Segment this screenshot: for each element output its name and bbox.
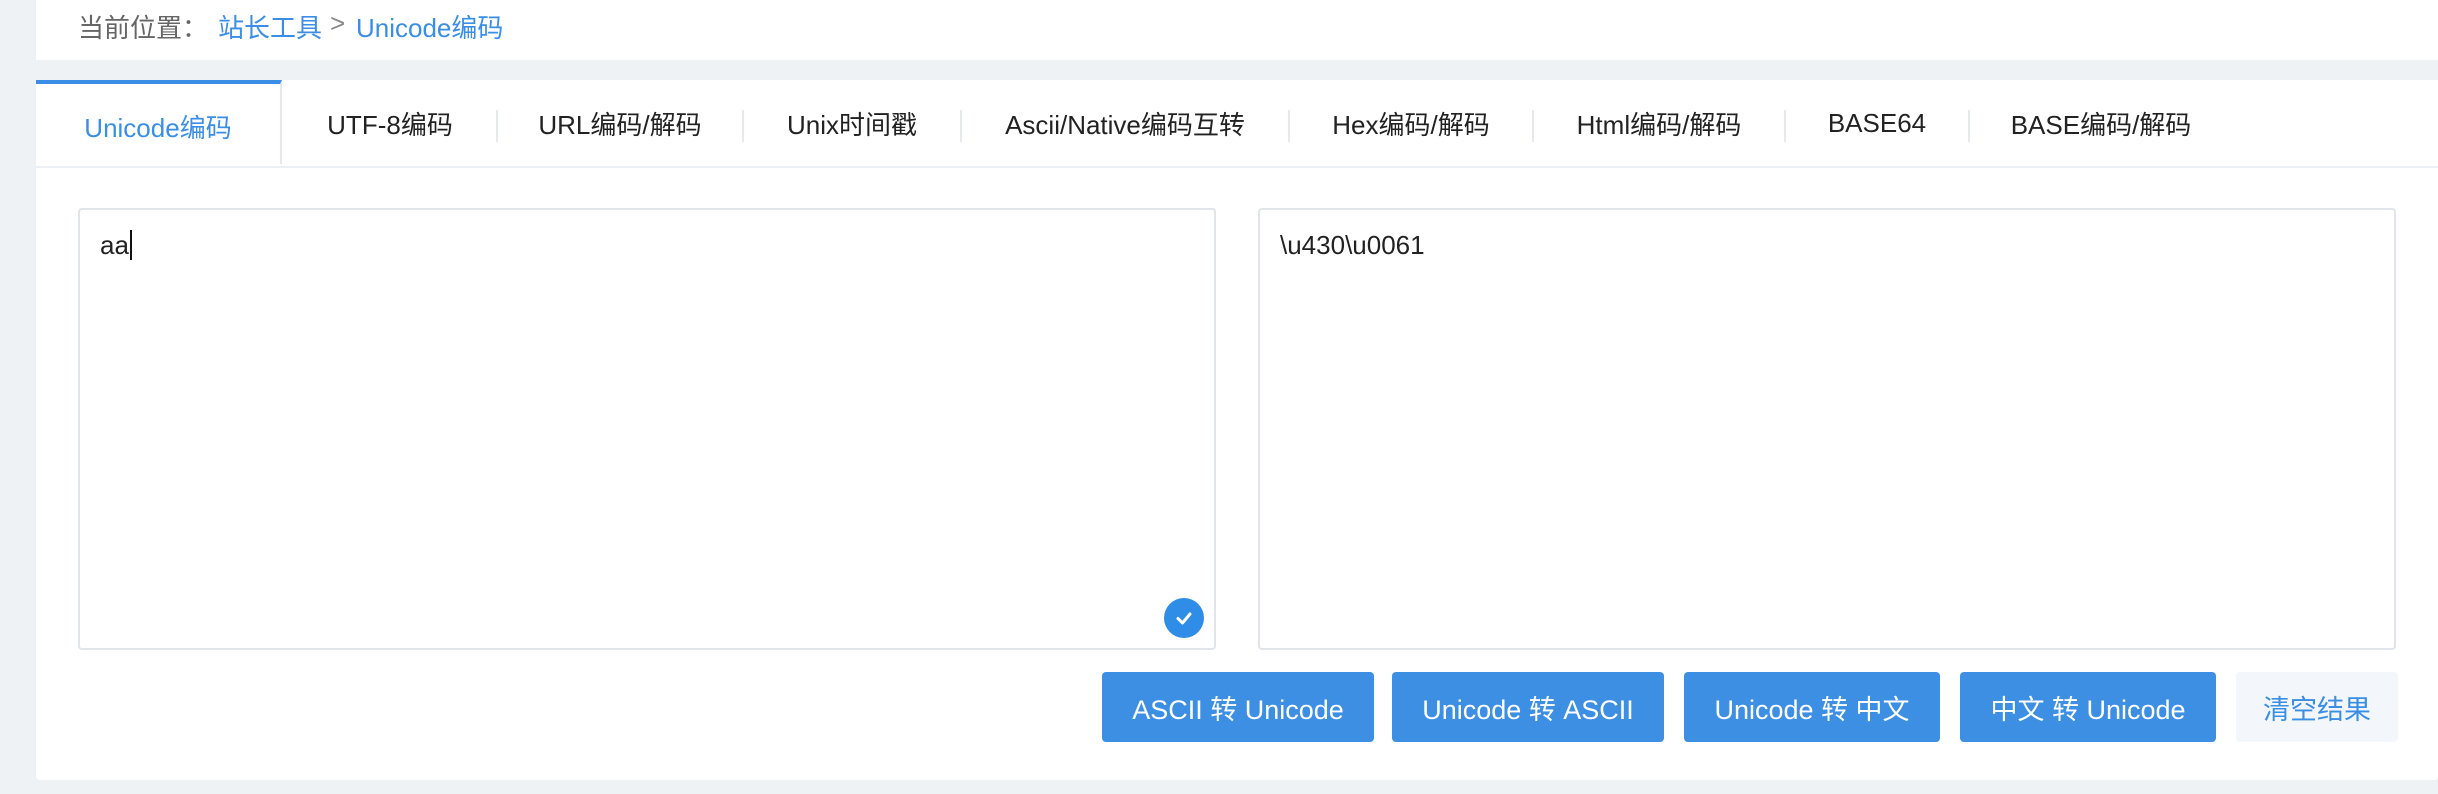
chinese-to-unicode-button[interactable]: 中文 转 Unicode	[1960, 672, 2216, 742]
tab-ascii-native[interactable]: Ascii/Native编码互转	[962, 80, 1288, 166]
breadcrumb-link-current[interactable]: Unicode编码	[356, 8, 503, 45]
ascii-to-unicode-button[interactable]: ASCII 转 Unicode	[1102, 672, 1374, 742]
input-textarea[interactable]: aa	[78, 208, 1216, 650]
breadcrumb-link-tools[interactable]: 站长工具	[218, 8, 322, 45]
input-text: aa	[100, 230, 129, 260]
unicode-to-chinese-button[interactable]: Unicode 转 中文	[1684, 672, 1940, 742]
output-text: \u430\u0061	[1280, 230, 1425, 260]
tab-url[interactable]: URL编码/解码	[498, 80, 742, 166]
tab-unicode[interactable]: Unicode编码	[36, 80, 282, 164]
tab-utf8[interactable]: UTF-8编码	[282, 80, 498, 166]
tab-hex[interactable]: Hex编码/解码	[1290, 80, 1532, 166]
text-caret	[129, 230, 132, 260]
breadcrumb-label: 当前位置：	[78, 13, 209, 43]
tab-base64[interactable]: BASE64	[1786, 80, 1968, 166]
breadcrumb-separator: >	[330, 8, 346, 38]
tab-bar: Unicode编码 UTF-8编码 URL编码/解码 Unix时间戳 Ascii…	[36, 80, 2438, 168]
tool-panel: Unicode编码 UTF-8编码 URL编码/解码 Unix时间戳 Ascii…	[36, 80, 2438, 780]
clear-result-button[interactable]: 清空结果	[2236, 672, 2398, 742]
check-circle-icon	[1164, 598, 1204, 638]
tab-base[interactable]: BASE编码/解码	[1970, 80, 2232, 166]
breadcrumb: 当前位置： 站长工具 > Unicode编码	[36, 0, 2438, 60]
tab-unix-timestamp[interactable]: Unix时间戳	[744, 80, 960, 166]
output-textarea[interactable]: \u430\u0061	[1258, 208, 2396, 650]
unicode-to-ascii-button[interactable]: Unicode 转 ASCII	[1392, 672, 1664, 742]
tab-html[interactable]: Html编码/解码	[1534, 80, 1784, 166]
